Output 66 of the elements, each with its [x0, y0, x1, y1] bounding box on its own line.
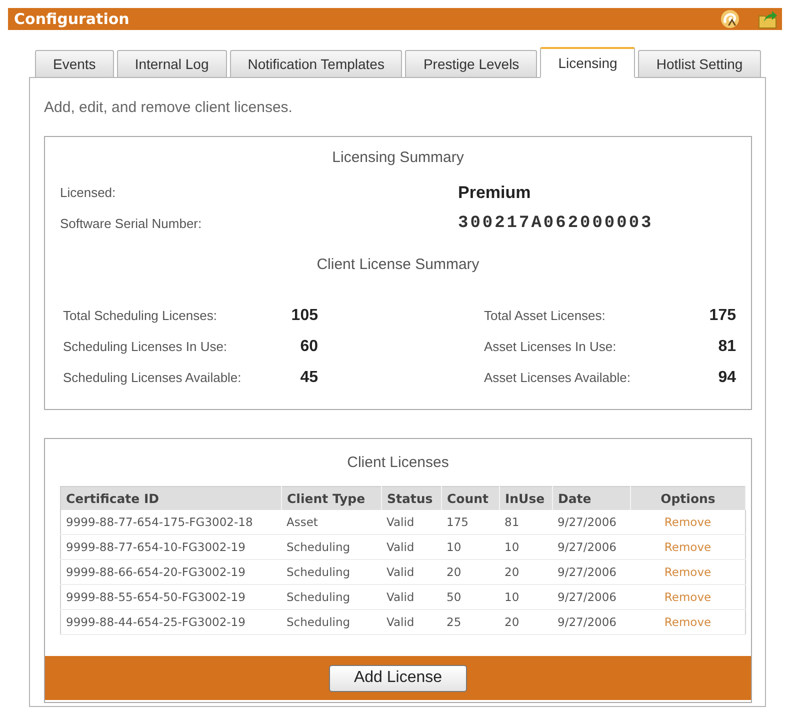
table-cell: Valid [382, 510, 442, 534]
table-cell: 50 [442, 584, 500, 610]
table-cell: 9999-88-77-654-175-FG3002-18 [60, 510, 282, 534]
column-header: Options [630, 486, 746, 510]
stat-label: Total Scheduling Licenses: [63, 308, 218, 323]
table-cell: Valid [382, 584, 442, 610]
table-cell: Asset [282, 510, 382, 534]
table-cell: 9/27/2006 [552, 610, 630, 634]
field-label: Licensed: [60, 185, 117, 200]
table-cell: Scheduling [282, 534, 382, 560]
table-cell: Valid [382, 534, 442, 560]
tab[interactable]: Notification Templates [230, 50, 402, 77]
column-header: Status [382, 486, 442, 510]
table-cell: 20 [500, 610, 552, 634]
table-cell: 9/27/2006 [552, 560, 630, 584]
stat-label: Asset Licenses Available: [484, 370, 632, 385]
tab[interactable]: Events [35, 50, 114, 77]
table-cell: 9/27/2006 [552, 584, 630, 610]
table-cell: 9999-88-77-654-10-FG3002-19 [60, 534, 282, 560]
table-cell: Scheduling [282, 610, 382, 634]
table-cell: 9999-88-44-654-25-FG3002-19 [60, 610, 282, 634]
table-cell: 10 [500, 584, 552, 610]
stat-value: 105 [290, 306, 318, 324]
column-header: Certificate ID [60, 486, 282, 510]
table-cell: Valid [382, 560, 442, 584]
table-cell: 9999-88-66-654-20-FG3002-19 [60, 560, 282, 584]
tab[interactable]: Internal Log [116, 50, 227, 77]
table-cell: 25 [442, 610, 500, 634]
table-cell: 10 [500, 534, 552, 560]
description-text: Add, edit, and remove client licenses. [44, 98, 294, 118]
stat-value: 45 [299, 368, 318, 386]
stat-label: Scheduling Licenses In Use: [63, 339, 228, 354]
add-license-button[interactable]: Add License [328, 664, 468, 692]
table-cell: 9/27/2006 [552, 534, 630, 560]
table-cell: Scheduling [282, 560, 382, 584]
stat-value: 81 [717, 338, 736, 356]
field-value: Premium [458, 182, 532, 202]
stat-label: Scheduling Licenses Available: [63, 370, 242, 385]
tab[interactable]: Licensing [540, 47, 636, 78]
table-cell: Valid [382, 610, 442, 634]
window-title: Configuration [14, 10, 130, 28]
section-title: Client Licenses [347, 454, 449, 471]
column-header: Date [552, 486, 630, 510]
column-header: Count [442, 486, 500, 510]
table-cell: 20 [442, 560, 500, 584]
column-header: InUse [500, 486, 552, 510]
stat-value: 175 [709, 306, 736, 324]
tab[interactable]: Prestige Levels [405, 50, 538, 77]
section-title: Client License Summary [316, 256, 480, 272]
section-title: Licensing Summary [332, 148, 464, 166]
swirl-icon[interactable] [720, 9, 740, 29]
table-cell: 175 [442, 510, 500, 534]
tab[interactable]: Hotlist Setting [638, 50, 761, 77]
stat-value: 94 [717, 368, 736, 386]
stat-label: Total Asset Licenses: [484, 308, 606, 323]
field-label: Software Serial Number: [60, 216, 203, 231]
table-cell: 9/27/2006 [552, 510, 630, 534]
stat-label: Asset Licenses In Use: [484, 339, 618, 354]
field-value: 300217A062000003 [458, 214, 654, 233]
table-cell: 81 [500, 510, 552, 534]
table-cell: Scheduling [282, 584, 382, 610]
stat-value: 60 [299, 338, 318, 356]
table-cell: 9999-88-55-654-50-FG3002-19 [60, 584, 282, 610]
table-cell: 10 [442, 534, 500, 560]
table-cell: 20 [500, 560, 552, 584]
column-header: Client Type [282, 486, 382, 510]
